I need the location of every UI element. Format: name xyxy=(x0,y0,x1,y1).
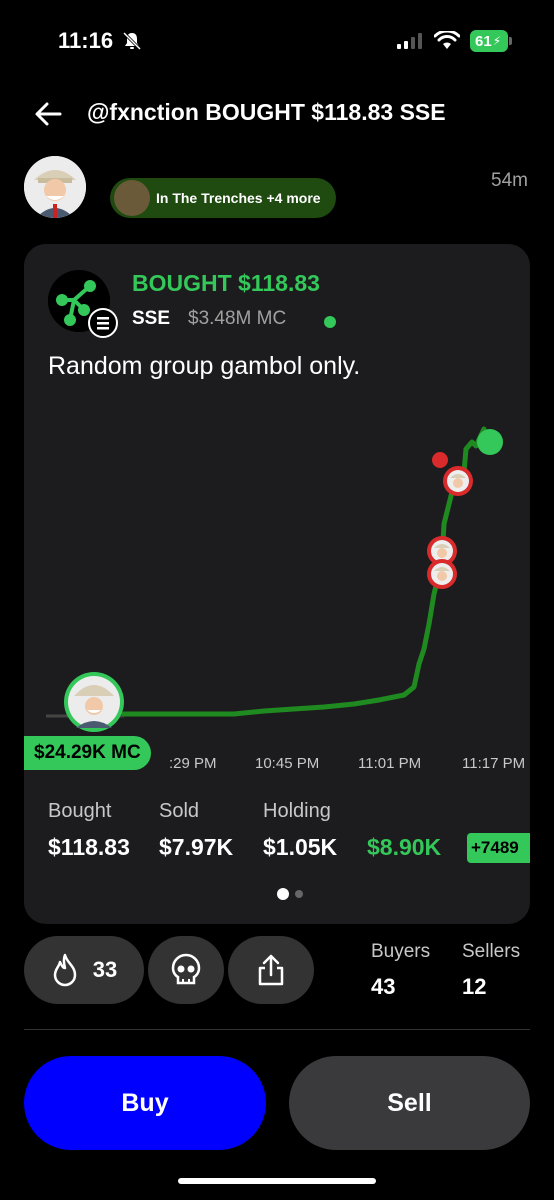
battery-level: 61 xyxy=(475,32,492,50)
x-axis-label: 10:45 PM xyxy=(255,755,320,772)
group-chip-label: In The Trenches +4 more xyxy=(156,190,321,206)
market-cap: $3.48M MC xyxy=(188,308,287,329)
buyers-label: Buyers xyxy=(371,941,431,962)
page-indicator[interactable] xyxy=(277,888,303,900)
battery-indicator: 61 ⚡ xyxy=(470,30,512,52)
token-ticker[interactable]: SSE xyxy=(132,308,170,330)
x-axis-label: 11:01 PM xyxy=(358,755,422,772)
bought-amount: BOUGHT $118.83 xyxy=(132,270,320,296)
fire-icon xyxy=(53,953,76,987)
stat-pnl-value: $8.90K xyxy=(367,834,442,860)
sellers-label: Sellers xyxy=(462,941,521,962)
fire-count: 33 xyxy=(92,957,118,982)
current-price-dot xyxy=(477,429,503,455)
home-indicator[interactable] xyxy=(178,1178,376,1184)
charging-icon: ⚡ xyxy=(492,34,502,48)
entry-mc-pill: $24.29K MC xyxy=(24,736,151,770)
fire-reaction-button[interactable]: 33 xyxy=(24,936,144,1004)
skull-reaction-button[interactable] xyxy=(148,936,224,1004)
stat-sold-label: Sold xyxy=(159,800,200,822)
wifi-icon xyxy=(434,31,460,49)
post-age: 54m xyxy=(491,170,528,191)
buyers-count: 43 xyxy=(371,974,396,999)
x-axis-label: 11:17 PM xyxy=(462,755,526,772)
sell-avatar-marker xyxy=(427,559,457,589)
solana-chain-icon xyxy=(88,308,118,338)
skull-icon xyxy=(171,953,201,985)
trade-card[interactable]: BOUGHT $118.83 SSE $3.48M MC Random grou… xyxy=(24,244,530,924)
stat-holding-label: Holding xyxy=(263,800,331,822)
share-icon xyxy=(258,954,284,986)
stat-bought-value: $118.83 xyxy=(48,834,130,860)
back-arrow-icon[interactable] xyxy=(32,98,64,130)
pnl-percent-badge: +7489 xyxy=(467,833,530,863)
buy-avatar-marker xyxy=(64,672,124,732)
sellers-count: 12 xyxy=(462,974,487,999)
buy-button[interactable]: Buy xyxy=(24,1056,266,1150)
sell-button[interactable]: Sell xyxy=(289,1056,530,1150)
group-chip[interactable]: In The Trenches +4 more xyxy=(110,178,336,218)
x-axis-label: :29 PM xyxy=(169,755,217,772)
divider xyxy=(24,1029,530,1030)
live-indicator xyxy=(324,316,336,328)
stat-holding-value: $1.05K xyxy=(263,834,338,860)
avatar[interactable] xyxy=(24,156,86,218)
status-time: 11:16 xyxy=(58,28,114,53)
price-chart[interactable] xyxy=(24,424,530,774)
page-title: @fxnction BOUGHT $118.83 SSE xyxy=(87,99,446,125)
share-button[interactable] xyxy=(228,936,314,1004)
sell-marker xyxy=(432,452,448,468)
stat-sold-value: $7.97K xyxy=(159,834,234,860)
page-dot-active[interactable] xyxy=(277,888,289,900)
trade-note: Random group gambol only. xyxy=(48,352,361,380)
bell-muted-icon xyxy=(122,31,142,51)
page-dot[interactable] xyxy=(295,890,303,898)
sell-avatar-marker xyxy=(443,466,473,496)
group-avatar-icon xyxy=(114,180,150,216)
stat-bought-label: Bought xyxy=(48,800,112,822)
cell-signal-icon xyxy=(397,33,422,49)
